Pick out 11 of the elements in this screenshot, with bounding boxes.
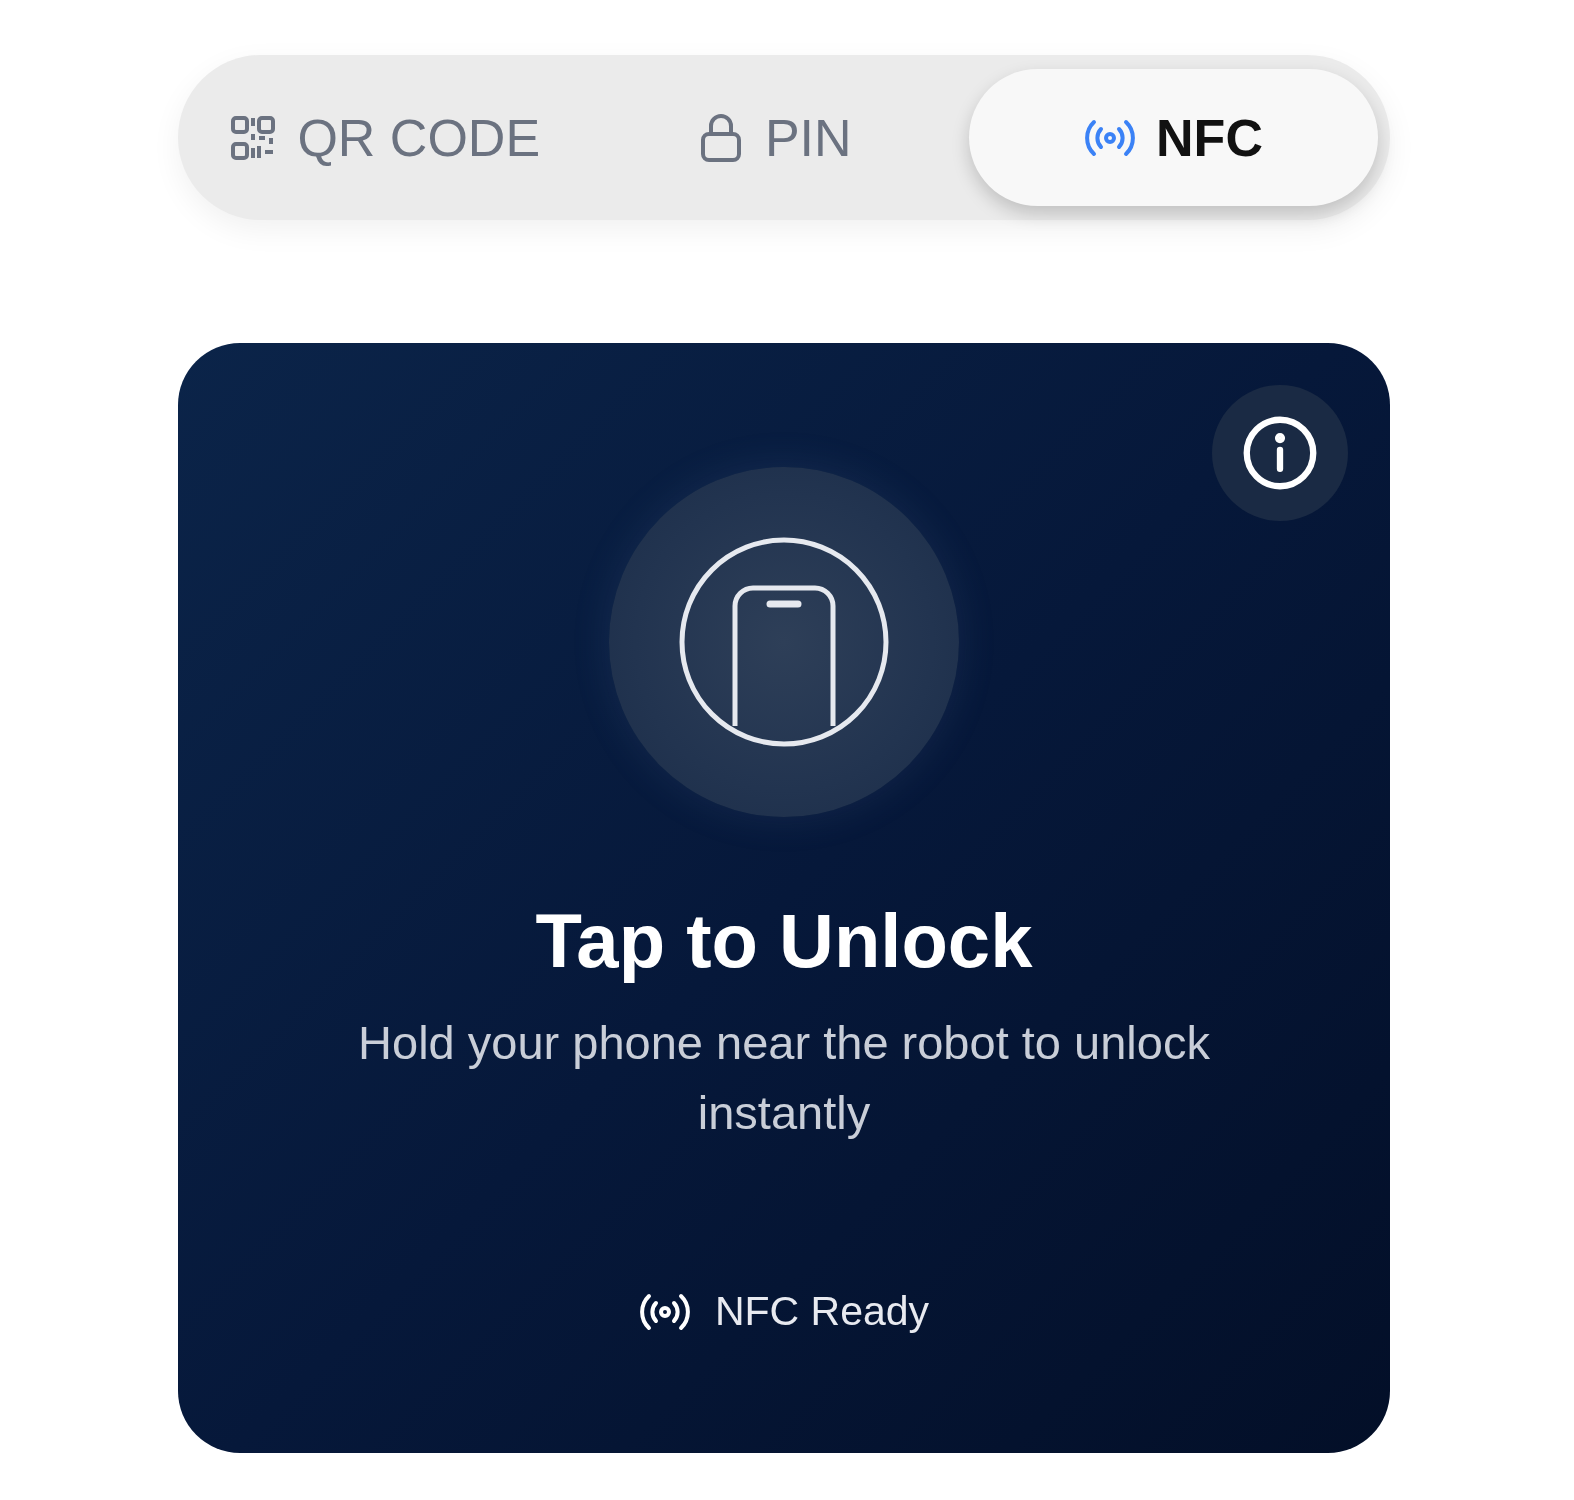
- card-title: Tap to Unlock: [535, 897, 1033, 985]
- phone-icon: [678, 536, 890, 748]
- tab[interactable]: NFC: [969, 69, 1378, 206]
- tab[interactable]: QR CODE: [190, 69, 580, 206]
- card-description: Hold your phone near the robot to unlock instantly: [357, 1015, 1211, 1142]
- tab[interactable]: PIN: [579, 69, 969, 206]
- status-label: NFC Ready: [714, 1288, 930, 1336]
- signal-waves-icon: [638, 1291, 691, 1332]
- info-icon: [1242, 415, 1318, 491]
- qr-code-icon: [229, 113, 278, 162]
- signal-waves-icon: [1084, 117, 1137, 158]
